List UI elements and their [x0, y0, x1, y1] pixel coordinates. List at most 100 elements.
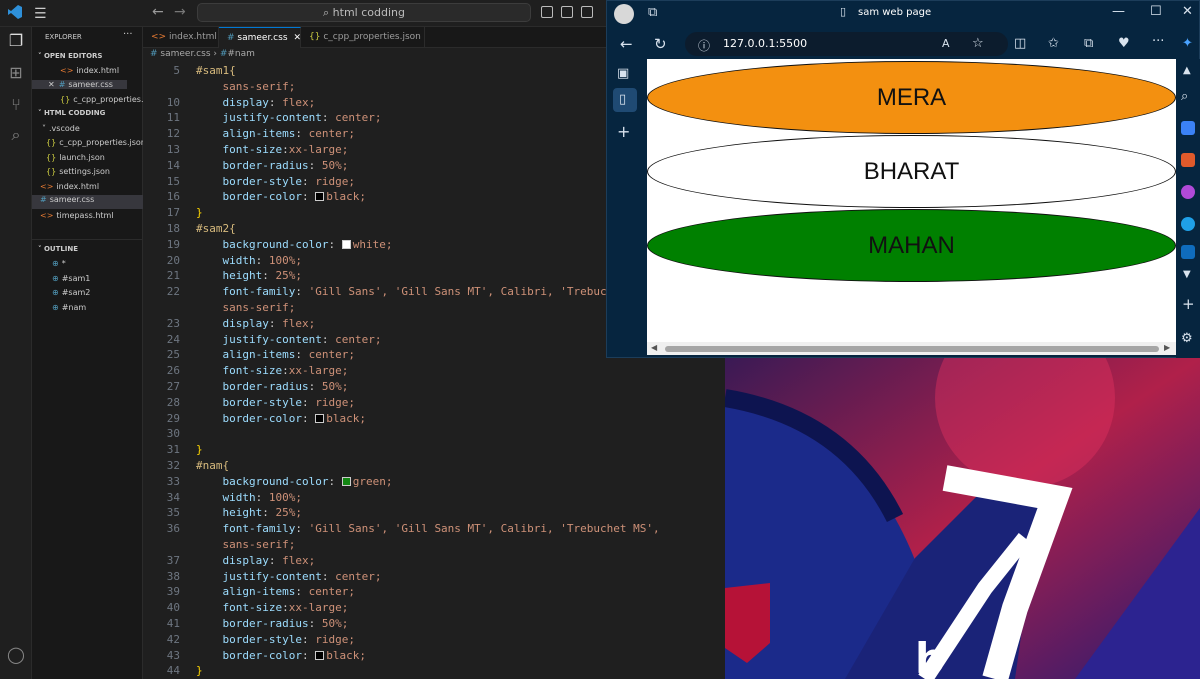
outline-header[interactable]: ˅ OUTLINE	[38, 245, 78, 253]
tools-icon[interactable]	[1181, 153, 1195, 167]
workspace-header[interactable]: ˅ HTML CODDING	[38, 109, 105, 117]
browser-tab-title[interactable]: sam web page	[858, 7, 931, 18]
account-icon[interactable]: ◯	[7, 646, 25, 664]
source-control-icon[interactable]: ⑂	[7, 96, 25, 114]
address-bar[interactable]: 127.0.0.1:5500	[685, 32, 1008, 56]
code-line: sans-serif;	[196, 301, 296, 314]
scroll-right-icon[interactable]: ▶	[1164, 343, 1170, 352]
close-icon[interactable]: ✕	[294, 33, 302, 43]
file-item[interactable]: <> index.html	[40, 182, 99, 191]
code-line: }	[196, 664, 203, 678]
close-icon[interactable]: ✕	[1182, 4, 1193, 19]
file-item[interactable]: {} c_cpp_properties.json	[46, 138, 143, 147]
scroll-left-icon[interactable]: ◀	[651, 343, 657, 352]
profile-avatar[interactable]	[614, 4, 634, 24]
favorite-star-icon[interactable]: ☆	[972, 36, 984, 51]
more-actions-icon[interactable]: ···	[123, 29, 133, 40]
scroll-down-icon[interactable]: ▼	[1183, 269, 1191, 280]
line-number: 11	[166, 111, 180, 125]
color-swatch[interactable]	[341, 476, 351, 486]
refresh-icon[interactable]: ↻	[654, 35, 667, 53]
page-icon: ▯	[840, 5, 847, 18]
outline-item[interactable]: ⊕ #sam2	[52, 288, 90, 297]
copilot-sidebar-icon[interactable]	[1181, 217, 1195, 231]
line-number: 27	[166, 380, 180, 393]
html-icon: <>	[151, 32, 169, 42]
maximize-icon[interactable]: ☐	[1150, 4, 1162, 19]
code-line: height: 25%;	[222, 269, 303, 283]
search-icon[interactable]: ⌕	[7, 126, 25, 144]
scroll-up-icon[interactable]: ▲	[1183, 65, 1191, 76]
code-line: sans-serif;	[196, 538, 296, 551]
forward-arrow-icon[interactable]: →	[174, 4, 186, 20]
copilot-icon[interactable]: ✦	[1182, 36, 1193, 51]
health-icon[interactable]: ♥	[1118, 36, 1130, 51]
read-aloud-icon[interactable]: A	[942, 37, 950, 50]
color-swatch[interactable]	[341, 239, 351, 249]
open-editor-item[interactable]: <> index.html	[60, 66, 119, 75]
tab-actions-icon[interactable]: ▣	[617, 66, 629, 81]
code-line: border-radius: 50%;	[222, 617, 349, 630]
code-line: font-family: 'Gill Sans', 'Gill Sans MT'…	[222, 522, 660, 536]
tab-index-html[interactable]: <> index.html	[143, 27, 219, 48]
file-item[interactable]: {} launch.json	[46, 153, 105, 162]
outline-item[interactable]: ⊕ #nam	[52, 303, 86, 312]
open-editor-item[interactable]: {}c_cpp_properties.json	[60, 95, 143, 104]
color-swatch[interactable]	[315, 413, 325, 423]
code-line: justify-content: center;	[222, 111, 382, 125]
divider	[32, 239, 143, 240]
open-editors-header[interactable]: ˅ OPEN EDITORS	[38, 52, 102, 60]
tab-c-cpp-properties[interactable]: {} c_cpp_properties.json	[301, 27, 425, 48]
outlook-icon[interactable]	[1181, 245, 1195, 259]
add-icon[interactable]: +	[1182, 295, 1195, 313]
shopping-icon[interactable]	[1181, 121, 1195, 135]
info-icon[interactable]: ⓘ	[698, 37, 710, 54]
file-item[interactable]: <> timepass.html	[40, 211, 114, 220]
games-icon[interactable]	[1181, 185, 1195, 199]
file-item[interactable]: {} settings.json	[46, 167, 110, 176]
line-number: 33	[166, 474, 180, 488]
workspaces-icon[interactable]: ⧉	[648, 5, 657, 20]
css-icon: #	[150, 49, 161, 59]
back-arrow-icon[interactable]: ←	[620, 35, 633, 53]
settings-icon[interactable]: ⚙	[1181, 331, 1193, 346]
json-icon: {}	[60, 95, 71, 104]
explorer-icon[interactable]: ❐	[7, 32, 25, 50]
code-line: align-items: center;	[222, 127, 355, 141]
code-line: font-size:xx-large;	[222, 364, 349, 378]
svg-text:b: b	[915, 634, 945, 679]
file-item-active[interactable]: # sameer.css	[32, 195, 143, 209]
code-line: #sam2{	[196, 222, 236, 235]
toggle-sidebar-icon[interactable]	[541, 6, 553, 18]
folder-item[interactable]: ˅ .vscode	[42, 124, 80, 133]
scrollbar-thumb[interactable]	[665, 346, 1159, 352]
minimize-icon[interactable]: —	[1112, 4, 1125, 19]
collections-icon[interactable]: ⧉	[1084, 36, 1093, 51]
extensions-icon[interactable]: ⊞	[7, 64, 25, 82]
explorer-title: EXPLORER	[45, 33, 82, 41]
open-editor-item-active[interactable]: ✕ # sameer.css	[32, 80, 127, 89]
outline-item[interactable]: ⊕ #sam1	[52, 274, 90, 283]
breadcrumb[interactable]: # sameer.css › ##nam	[150, 49, 255, 59]
new-tab-icon[interactable]: +	[617, 122, 630, 141]
outline-item[interactable]: ⊕ *	[52, 259, 66, 268]
line-number: 20	[166, 253, 180, 267]
line-number: 34	[166, 490, 180, 504]
selector-icon: ⊕	[52, 259, 59, 268]
toggle-secondary-sidebar-icon[interactable]	[581, 6, 593, 18]
tab-sameer-css[interactable]: # sameer.css ✕	[219, 27, 301, 48]
color-swatch[interactable]	[315, 650, 325, 660]
command-search-input[interactable]: ⌕ html codding	[197, 3, 531, 22]
toggle-panel-icon[interactable]	[561, 6, 573, 18]
split-screen-icon[interactable]: ◫	[1014, 36, 1026, 51]
favorites-icon[interactable]: ✩	[1048, 36, 1059, 51]
code-line: display: flex;	[222, 95, 316, 109]
more-icon[interactable]: ···	[1152, 34, 1164, 49]
search-icon[interactable]: ⌕	[1181, 89, 1188, 104]
color-swatch[interactable]	[315, 192, 325, 202]
line-number: 36	[166, 522, 180, 536]
menu-icon[interactable]: ☰	[34, 6, 47, 22]
line-number: 37	[166, 553, 180, 567]
close-icon[interactable]: ✕	[48, 80, 55, 89]
back-arrow-icon[interactable]: ←	[152, 4, 164, 20]
